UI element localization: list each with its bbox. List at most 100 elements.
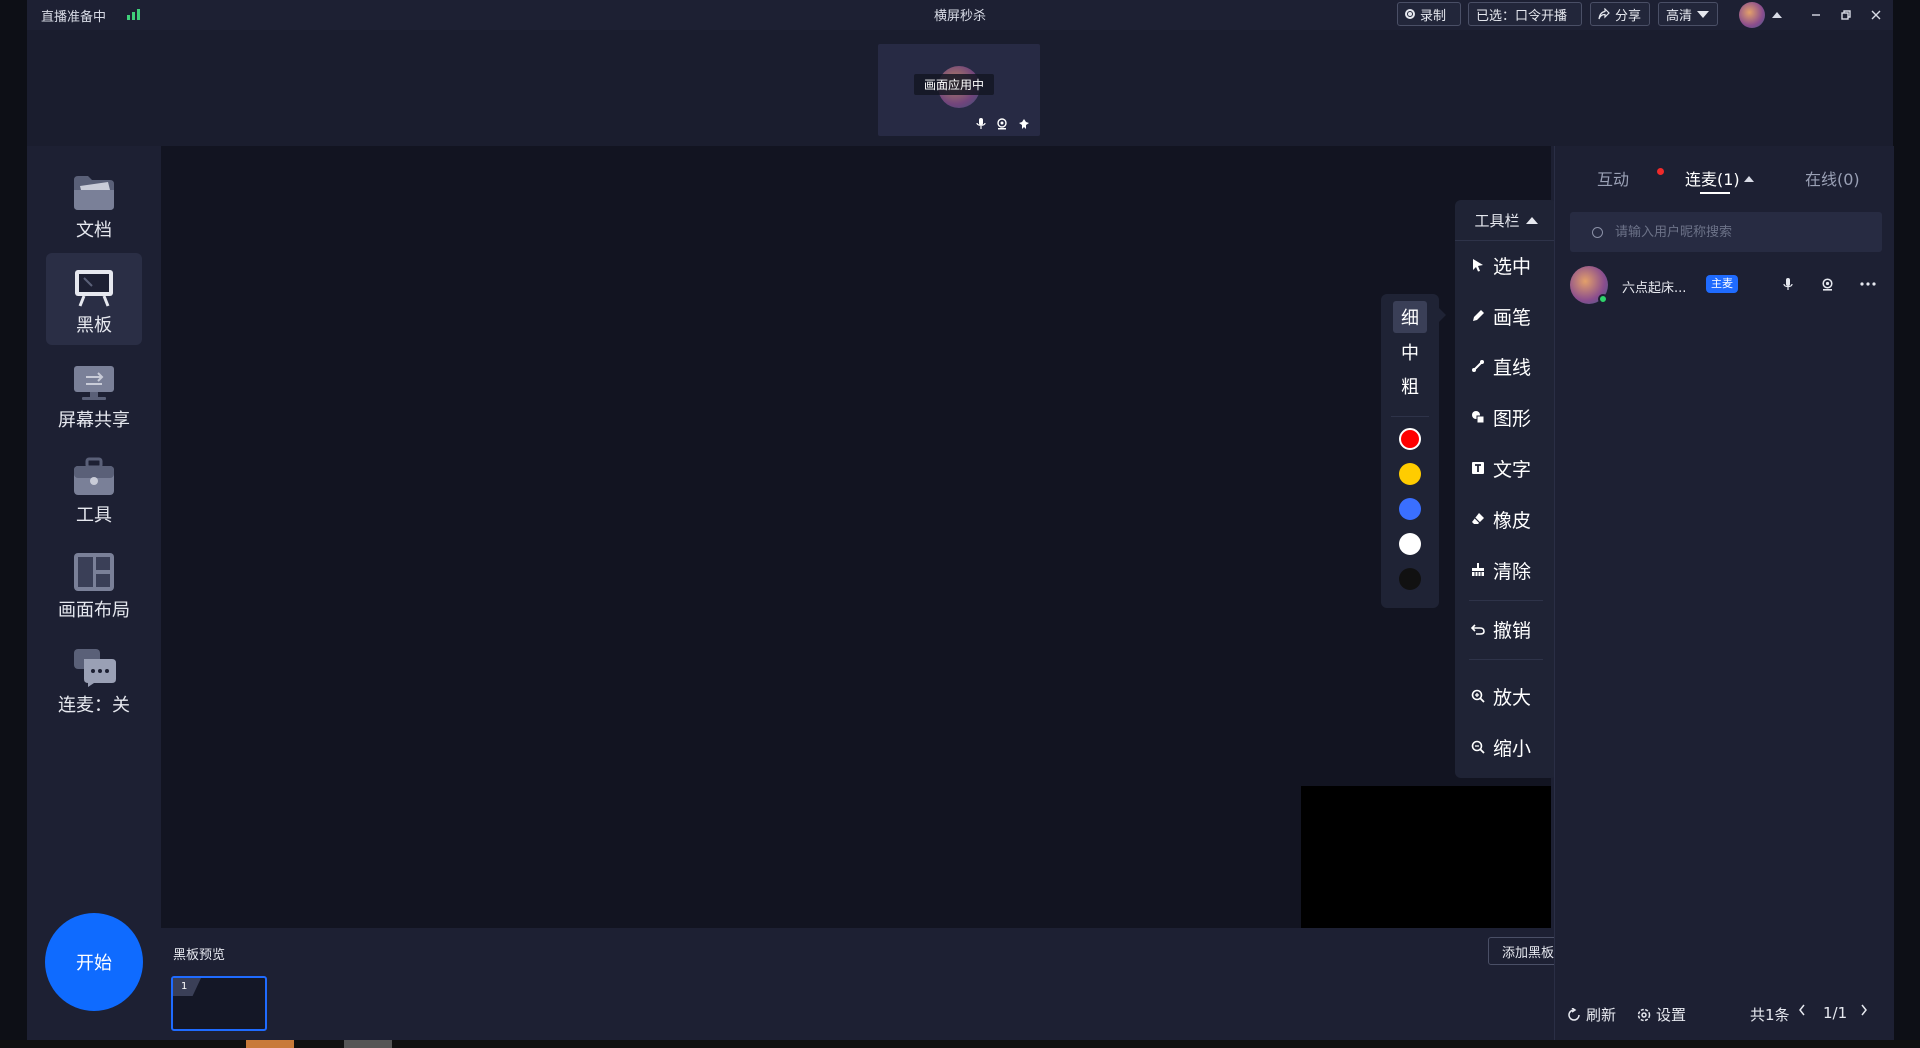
- tool-clear[interactable]: 清除: [1471, 555, 1531, 585]
- more-icon[interactable]: [1858, 274, 1878, 294]
- tool-shape[interactable]: 图形: [1471, 402, 1531, 432]
- record-button[interactable]: 录制: [1397, 2, 1461, 26]
- share-icon: [1598, 8, 1610, 20]
- preview-title: 黑板预览: [173, 948, 226, 963]
- blackboard-thumbnail[interactable]: 1: [171, 976, 267, 1031]
- restore-icon[interactable]: [1835, 4, 1857, 26]
- pen-color-red[interactable]: [1399, 428, 1421, 450]
- shape-icon: [1471, 410, 1485, 424]
- camera-preview-box: [1301, 786, 1551, 928]
- pen-size-thin[interactable]: 细: [1393, 301, 1427, 333]
- record-label: 录制: [1420, 8, 1447, 24]
- drawing-toolbar: 工具栏 选中 画笔 直线 图形 文字 橡皮 清除 撤销 放大 缩小: [1455, 200, 1557, 778]
- tool-pen[interactable]: 画笔: [1471, 301, 1531, 331]
- page-indicator: 1/1: [1823, 1004, 1848, 1022]
- minimize-icon[interactable]: [1805, 4, 1827, 26]
- tab-online[interactable]: 在线(0): [1805, 166, 1860, 190]
- microphone-icon[interactable]: [1778, 274, 1798, 294]
- pen-color-blue[interactable]: [1399, 498, 1421, 520]
- start-live-button[interactable]: 开始: [45, 913, 143, 1011]
- pen-color-black[interactable]: [1399, 568, 1421, 590]
- right-panel: 互动 连麦(1) 在线(0) 六点起床... 主麦: [1554, 146, 1894, 1040]
- sidebar-item-blackboard[interactable]: 黑板: [46, 253, 142, 345]
- user-name: 六点起床...: [1622, 281, 1687, 296]
- caret-up-icon[interactable]: [1772, 12, 1782, 18]
- camera-icon[interactable]: [1817, 274, 1837, 294]
- tool-undo[interactable]: 撤销: [1471, 614, 1531, 644]
- tool-label: 橡皮: [1493, 509, 1532, 532]
- pen-size-medium[interactable]: 中: [1393, 336, 1427, 368]
- taskbar-app-grey[interactable]: [344, 1040, 392, 1048]
- toolbar-divider: [1469, 659, 1543, 660]
- selected-mode-button[interactable]: 已选：口令开播: [1468, 2, 1582, 26]
- refresh-label: 刷新: [1586, 1006, 1617, 1024]
- toolbar-title: 工具栏: [1474, 211, 1520, 230]
- refresh-button[interactable]: 刷新: [1567, 1004, 1616, 1025]
- total-count: 共1条: [1750, 1006, 1790, 1024]
- tool-text[interactable]: 文字: [1471, 453, 1531, 483]
- tool-zoom-in[interactable]: 放大: [1471, 681, 1531, 711]
- active-tab-indicator: [1700, 192, 1730, 194]
- quality-label: 高清: [1666, 8, 1693, 24]
- chevron-left-icon[interactable]: [1798, 1004, 1806, 1016]
- tool-label: 文字: [1493, 458, 1532, 481]
- sidebar-item-mic-link[interactable]: 连麦：关: [46, 633, 142, 725]
- search-icon: [1592, 226, 1603, 238]
- sidebar-item-layout[interactable]: 画面布局: [46, 538, 142, 630]
- pen-size-thick[interactable]: 粗: [1393, 370, 1427, 402]
- blackboard-icon: [72, 267, 116, 307]
- sidebar-item-documents[interactable]: 文档: [46, 158, 142, 250]
- tool-label: 清除: [1493, 560, 1532, 583]
- pen-divider: [1391, 416, 1429, 417]
- pen-panel-pointer: [1439, 308, 1446, 322]
- blackboard-preview-bar: 黑板预览 添加黑板 1: [161, 928, 1568, 1040]
- pen-color-white[interactable]: [1399, 533, 1421, 555]
- tool-label: 撤销: [1493, 619, 1532, 642]
- tool-label: 图形: [1493, 407, 1532, 430]
- tool-zoom-out[interactable]: 缩小: [1471, 732, 1531, 762]
- left-sidebar: 文档 黑板 屏幕共享 工具 画面布局 连麦：关 开始: [27, 146, 161, 1040]
- toolbar-divider: [1469, 600, 1543, 601]
- record-icon: [1405, 9, 1415, 19]
- app-window: 直播准备中 横屏秒杀 录制 已选：口令开播 分享 高清 画面应用中 文档 黑板 …: [27, 0, 1894, 1040]
- zoom-in-icon: [1471, 689, 1485, 703]
- thumbnail-page-number: 1: [173, 978, 201, 996]
- sidebar-item-screen-share[interactable]: 屏幕共享: [46, 348, 142, 440]
- sidebar-label-mic-link: 连麦：关: [58, 695, 130, 716]
- toolbar-header[interactable]: 工具栏: [1455, 200, 1557, 241]
- layout-icon: [72, 552, 116, 592]
- sidebar-item-tools[interactable]: 工具: [46, 443, 142, 535]
- pin-icon[interactable]: [1018, 118, 1030, 130]
- tab-mic-link[interactable]: 连麦(1): [1685, 166, 1740, 190]
- selected-mode-label: 已选：口令开播: [1476, 8, 1568, 24]
- tool-eraser[interactable]: 橡皮: [1471, 504, 1531, 534]
- taskbar-app-orange[interactable]: [246, 1040, 294, 1048]
- user-search-box[interactable]: [1570, 212, 1882, 252]
- tool-select[interactable]: 选中: [1471, 250, 1531, 280]
- right-panel-footer: 刷新 设置 共1条 1/1: [1555, 1000, 1894, 1030]
- user-search-input[interactable]: [1613, 223, 1877, 241]
- chevron-right-icon[interactable]: [1860, 1004, 1868, 1016]
- microphone-icon[interactable]: [976, 118, 986, 130]
- settings-button[interactable]: 设置: [1637, 1004, 1686, 1025]
- caret-up-icon: [1525, 216, 1538, 224]
- chat-icon: [72, 647, 116, 687]
- tool-line[interactable]: 直线: [1471, 351, 1531, 381]
- list-item[interactable]: 六点起床... 主麦: [1570, 262, 1882, 310]
- folder-icon: [72, 172, 116, 212]
- video-tile[interactable]: 画面应用中: [878, 44, 1040, 136]
- host-avatar[interactable]: [1739, 2, 1765, 28]
- close-icon[interactable]: [1865, 4, 1887, 26]
- chevron-down-icon: [1697, 10, 1710, 18]
- share-button[interactable]: 分享: [1590, 2, 1650, 26]
- caret-up-icon[interactable]: [1744, 176, 1754, 182]
- camera-icon[interactable]: [996, 118, 1008, 130]
- online-indicator: [1598, 294, 1608, 304]
- pen-color-yellow[interactable]: [1399, 463, 1421, 485]
- quality-dropdown[interactable]: 高清: [1658, 2, 1718, 26]
- tab-interact[interactable]: 互动: [1597, 166, 1629, 190]
- sidebar-label-screen-share: 屏幕共享: [58, 410, 130, 431]
- whiteboard-canvas[interactable]: [161, 146, 1551, 928]
- text-icon: [1471, 461, 1485, 475]
- monitor-icon: [72, 362, 116, 402]
